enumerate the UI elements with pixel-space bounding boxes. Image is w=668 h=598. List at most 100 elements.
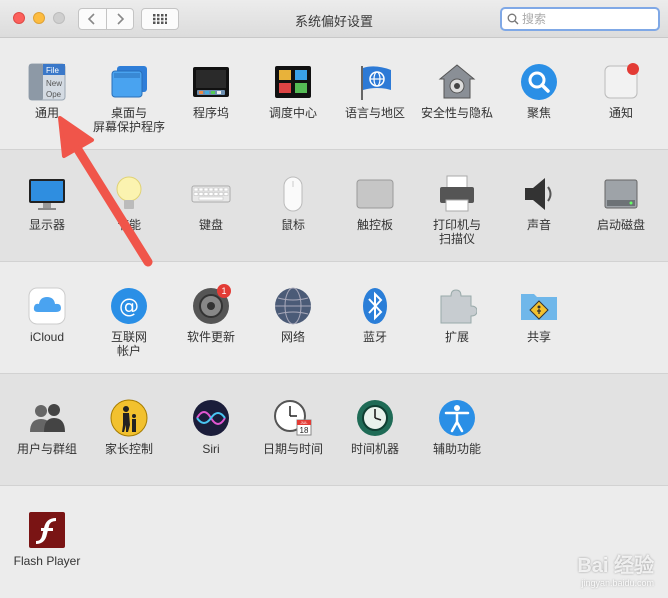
mouse-icon: [273, 174, 313, 214]
pref-users-groups[interactable]: 用户与群组: [6, 398, 88, 456]
pref-label: 辅助功能: [432, 442, 481, 456]
desktop-icon: [109, 62, 149, 102]
pref-label: 共享: [526, 330, 551, 344]
accessibility-icon: [437, 398, 477, 438]
show-all-button[interactable]: [141, 8, 179, 30]
pref-label: 聚焦: [526, 106, 551, 120]
pref-label: 扩展: [444, 330, 469, 344]
pref-energy-saver[interactable]: 节能: [88, 174, 170, 232]
forward-button[interactable]: [107, 9, 134, 29]
printer-icon: [437, 174, 477, 214]
pref-mission-control[interactable]: 调度中心: [252, 62, 334, 120]
grid-icon: [153, 14, 167, 24]
pref-label: 节能: [116, 218, 141, 232]
section-other: Flash Player Bai 经验 jingyan.baidu.com: [0, 486, 668, 598]
pref-label: 通用: [34, 106, 59, 120]
pref-label: 显示器: [28, 218, 65, 232]
section-system: 用户与群组 家长控制 Siri JUL 18 日期与时间 时间机器 辅助功能: [0, 374, 668, 486]
back-button[interactable]: [79, 9, 107, 29]
pref-security[interactable]: 安全性与隐私: [416, 62, 498, 120]
search-field[interactable]: [500, 7, 660, 31]
zoom-window-button[interactable]: [53, 12, 65, 24]
minimize-window-button[interactable]: [33, 12, 45, 24]
flash-player-icon: [27, 510, 67, 550]
siri-icon: [191, 398, 231, 438]
pref-desktop[interactable]: 桌面与 屏幕保护程序: [88, 62, 170, 134]
pref-label: 软件更新: [186, 330, 235, 344]
pref-label: 鼠标: [280, 218, 305, 232]
pref-bluetooth[interactable]: 蓝牙: [334, 286, 416, 344]
displays-icon: [27, 174, 67, 214]
pref-printers[interactable]: 打印机与 扫描仪: [416, 174, 498, 246]
time-machine-icon: [355, 398, 395, 438]
section-personal: File New Ope 通用 桌面与 屏幕保护程序 程序坞 调度中心 语言与地…: [0, 38, 668, 150]
pref-label: 网络: [280, 330, 305, 344]
pref-sound[interactable]: 声音: [498, 174, 580, 232]
pref-label: 调度中心: [268, 106, 317, 120]
mission-control-icon: [273, 62, 313, 102]
pref-label: 键盘: [198, 218, 223, 232]
sharing-icon: [519, 286, 559, 326]
pref-siri[interactable]: Siri: [170, 398, 252, 456]
calendar-day-text: 18: [300, 426, 309, 435]
software-update-icon: 1: [191, 284, 231, 326]
search-input[interactable]: [522, 12, 642, 26]
pref-parental-controls[interactable]: 家长控制: [88, 398, 170, 456]
pref-label: 桌面与 屏幕保护程序: [92, 106, 165, 134]
pref-date-time[interactable]: JUL 18 日期与时间: [252, 398, 334, 456]
watermark-url: jingyan.baidu.com: [581, 578, 654, 588]
pref-label: 互联网 帐户: [110, 330, 147, 358]
pref-sharing[interactable]: 共享: [498, 286, 580, 344]
pref-label: Flash Player: [13, 554, 81, 568]
pref-label: 启动磁盘: [596, 218, 645, 232]
pref-mouse[interactable]: 鼠标: [252, 174, 334, 232]
pref-displays[interactable]: 显示器: [6, 174, 88, 232]
pref-flash-player[interactable]: Flash Player: [6, 510, 88, 568]
pref-general[interactable]: File New Ope 通用: [6, 62, 88, 120]
pref-time-machine[interactable]: 时间机器: [334, 398, 416, 456]
pref-label: 用户与群组: [16, 442, 77, 456]
icloud-icon: [27, 286, 67, 326]
pref-dock[interactable]: 程序坞: [170, 62, 252, 120]
calendar-month-text: JUL: [300, 420, 308, 425]
pref-label: 时间机器: [350, 442, 399, 456]
general-icon: File New Ope: [27, 62, 67, 102]
pref-label: Siri: [202, 442, 220, 456]
date-time-icon: JUL 18: [273, 398, 313, 438]
pref-label: 声音: [526, 218, 551, 232]
pref-accessibility[interactable]: 辅助功能: [416, 398, 498, 456]
notifications-icon: [601, 62, 641, 102]
extensions-icon: [437, 286, 477, 326]
pref-label: 家长控制: [104, 442, 153, 456]
trackpad-icon: [355, 174, 395, 214]
spotlight-icon: [519, 62, 559, 102]
pref-startup-disk[interactable]: 启动磁盘: [580, 174, 662, 232]
general-new-text: New: [46, 79, 62, 88]
back-forward-group: [78, 8, 134, 30]
network-icon: [273, 286, 313, 326]
pref-icloud[interactable]: iCloud: [6, 286, 88, 344]
startup-disk-icon: [601, 174, 641, 214]
pref-label: 触控板: [356, 218, 393, 232]
pref-language-region[interactable]: 语言与地区: [334, 62, 416, 120]
pref-label: 打印机与 扫描仪: [432, 218, 481, 246]
energy-saver-icon: [109, 174, 149, 214]
pref-internet-accounts[interactable]: @ 互联网 帐户: [88, 286, 170, 358]
pref-software-update[interactable]: 1 软件更新: [170, 284, 252, 344]
language-region-icon: [355, 62, 395, 102]
pref-spotlight[interactable]: 聚焦: [498, 62, 580, 120]
users-groups-icon: [27, 398, 67, 438]
sound-icon: [519, 174, 559, 214]
pref-notifications[interactable]: 通知: [580, 62, 662, 120]
dock-icon: [191, 62, 231, 102]
parental-controls-icon: [109, 398, 149, 438]
keyboard-icon: [191, 174, 231, 214]
pref-trackpad[interactable]: 触控板: [334, 174, 416, 232]
search-icon: [507, 13, 519, 25]
close-window-button[interactable]: [13, 12, 25, 24]
pref-extensions[interactable]: 扩展: [416, 286, 498, 344]
general-ope-text: Ope: [46, 90, 62, 99]
pref-network[interactable]: 网络: [252, 286, 334, 344]
pref-label: 安全性与隐私: [420, 106, 493, 120]
pref-keyboard[interactable]: 键盘: [170, 174, 252, 232]
